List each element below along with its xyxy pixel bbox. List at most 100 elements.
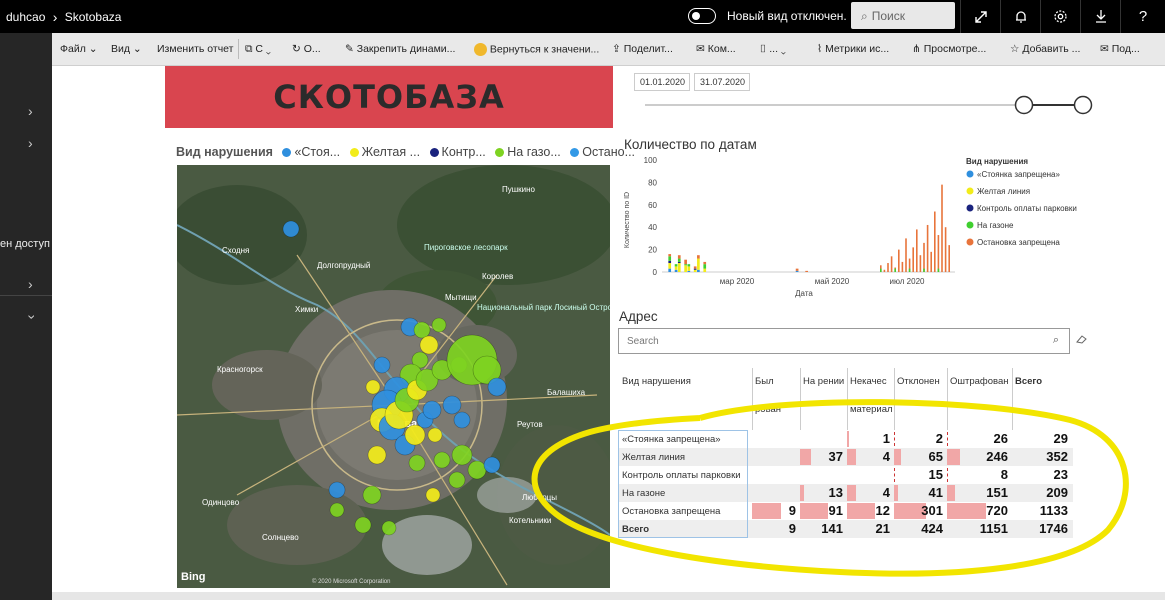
lineage-button[interactable]: ⋔ Просмотре... bbox=[912, 43, 986, 55]
matrix-cell[interactable]: 15 bbox=[894, 466, 947, 484]
address-search-input[interactable]: Search ⌕ bbox=[618, 328, 1070, 354]
chart-bar[interactable] bbox=[887, 263, 889, 272]
chart-bar[interactable] bbox=[905, 238, 907, 272]
chart-bar[interactable] bbox=[697, 255, 700, 259]
chart-bar[interactable] bbox=[687, 264, 691, 267]
chart-bar[interactable] bbox=[693, 268, 697, 270]
chart-bar[interactable] bbox=[668, 256, 672, 261]
map-bubble[interactable] bbox=[467, 460, 487, 480]
matrix-col-header[interactable]: Всего bbox=[1012, 368, 1072, 430]
matrix-cell[interactable]: 12 bbox=[847, 502, 894, 520]
matrix-cell[interactable] bbox=[800, 430, 847, 448]
chart-bar[interactable] bbox=[693, 269, 697, 272]
matrix-cell[interactable]: 1151 bbox=[947, 520, 1012, 538]
matrix-cell[interactable]: 13 bbox=[800, 484, 847, 502]
chart-legend-item[interactable]: Желтая линия bbox=[977, 187, 1030, 196]
date-count-chart[interactable]: 0 20 40 60 80 100 мар 2020 май 2020 июл 2020 Дата… bbox=[620, 150, 1160, 300]
matrix-col-header[interactable]: Оштрафован bbox=[947, 368, 1011, 430]
chart-bar[interactable] bbox=[677, 263, 681, 272]
matrix-cell[interactable] bbox=[752, 484, 800, 502]
chevron-right-icon[interactable]: › bbox=[28, 103, 33, 119]
usage-metrics-button[interactable]: ⌇ Метрики ис... bbox=[817, 43, 889, 55]
chart-bar[interactable] bbox=[703, 268, 707, 272]
eraser-icon[interactable] bbox=[1076, 334, 1088, 344]
matrix-cell[interactable]: 209 bbox=[1012, 484, 1072, 502]
chart-bar[interactable] bbox=[805, 270, 808, 272]
chart-bar[interactable] bbox=[912, 247, 914, 272]
share-button[interactable]: ⇪ Поделит... bbox=[612, 43, 673, 55]
matrix-cell[interactable] bbox=[847, 466, 894, 484]
matrix-cell[interactable]: 41 bbox=[894, 484, 947, 502]
chart-bar[interactable] bbox=[937, 268, 940, 272]
chart-bar[interactable] bbox=[795, 270, 799, 272]
matrix-cell[interactable] bbox=[752, 448, 800, 466]
chart-bar[interactable] bbox=[890, 256, 893, 272]
matrix-cell[interactable]: 37 bbox=[800, 448, 847, 466]
chart-bar[interactable] bbox=[684, 259, 687, 265]
map-bubble[interactable] bbox=[453, 411, 471, 429]
matrix-cell[interactable] bbox=[800, 466, 847, 484]
matrix-col-header[interactable]: На рении bbox=[800, 368, 846, 430]
chart-bar[interactable] bbox=[703, 261, 707, 265]
matrix-cell[interactable]: 23 bbox=[1012, 466, 1072, 484]
chart-bar[interactable] bbox=[684, 264, 687, 266]
export-button[interactable]: ⧉ С ⌄ bbox=[245, 43, 271, 56]
map-bubble[interactable] bbox=[425, 487, 441, 503]
map-bubble[interactable] bbox=[442, 395, 462, 415]
chart-bar[interactable] bbox=[668, 263, 672, 269]
matrix-cell[interactable]: 141 bbox=[800, 520, 847, 538]
chart-bar[interactable] bbox=[908, 268, 911, 272]
fullscreen-button[interactable] bbox=[960, 0, 1000, 33]
settings-button[interactable] bbox=[1040, 0, 1080, 33]
matrix-col-header[interactable]: Был рован ранее bbox=[752, 368, 794, 430]
matrix-cell[interactable] bbox=[752, 466, 800, 484]
chart-bar[interactable] bbox=[930, 251, 932, 272]
matrix-cell[interactable]: 246 bbox=[947, 448, 1012, 466]
matrix-cell[interactable]: 4 bbox=[847, 484, 894, 502]
chart-bar[interactable] bbox=[668, 268, 672, 272]
favorite-button[interactable]: ☆ Добавить ... bbox=[1010, 43, 1080, 55]
matrix-cell[interactable]: 4 bbox=[847, 448, 894, 466]
matrix-col-header[interactable]: Некачес материал bbox=[847, 368, 893, 430]
matrix-cell[interactable]: 720 bbox=[947, 502, 1012, 520]
chart-bar[interactable] bbox=[937, 235, 940, 272]
chart-bar[interactable] bbox=[941, 184, 943, 272]
chart-bar[interactable] bbox=[677, 261, 681, 264]
slider-handle-start[interactable] bbox=[1014, 95, 1034, 115]
chart-bar[interactable] bbox=[697, 258, 700, 270]
edit-report-button[interactable]: Изменить отчет bbox=[157, 43, 233, 55]
chart-bar[interactable] bbox=[901, 261, 904, 272]
chart-bar[interactable] bbox=[687, 266, 691, 271]
map-bubble[interactable] bbox=[427, 427, 443, 443]
map-bubble[interactable] bbox=[419, 335, 439, 355]
matrix-cell[interactable]: 2 bbox=[894, 430, 947, 448]
map-bubble[interactable] bbox=[413, 321, 431, 339]
map-bubble[interactable] bbox=[367, 445, 387, 465]
chart-bar[interactable] bbox=[919, 255, 922, 272]
matrix-cell[interactable]: 151 bbox=[947, 484, 1012, 502]
chart-bar[interactable] bbox=[923, 268, 925, 272]
matrix-row[interactable]: Остановка запрещена 9 91 12 301 720 1133 bbox=[618, 502, 1073, 520]
help-button[interactable]: ? bbox=[1120, 0, 1165, 33]
map-bubble[interactable] bbox=[373, 356, 391, 374]
matrix-cell[interactable]: 65 bbox=[894, 448, 947, 466]
map-bubble[interactable] bbox=[433, 451, 451, 469]
global-search-input[interactable]: ⌕ Поиск bbox=[851, 2, 955, 29]
chart-legend-item[interactable]: Остановка запрещена bbox=[977, 238, 1060, 247]
map-bubble[interactable] bbox=[354, 516, 372, 534]
map-bubble[interactable] bbox=[408, 454, 426, 472]
chart-bar[interactable] bbox=[674, 269, 678, 272]
matrix-cell[interactable]: 1 bbox=[847, 430, 894, 448]
chart-bar[interactable] bbox=[697, 269, 700, 272]
map-bubble[interactable] bbox=[328, 481, 346, 499]
chart-bar[interactable] bbox=[795, 268, 799, 271]
map-legend-item[interactable]: «Стоя... bbox=[294, 145, 340, 159]
map-bubble[interactable] bbox=[282, 220, 300, 238]
matrix-cell[interactable] bbox=[752, 430, 800, 448]
map-bubble[interactable] bbox=[404, 424, 426, 446]
map-legend-item[interactable]: На газо... bbox=[507, 145, 561, 159]
map-bubble[interactable] bbox=[483, 456, 501, 474]
chart-bar[interactable] bbox=[883, 269, 886, 272]
pin-live-button[interactable]: ✎ Закрепить динами... bbox=[345, 43, 455, 55]
matrix-cell[interactable]: 301 bbox=[894, 502, 947, 520]
